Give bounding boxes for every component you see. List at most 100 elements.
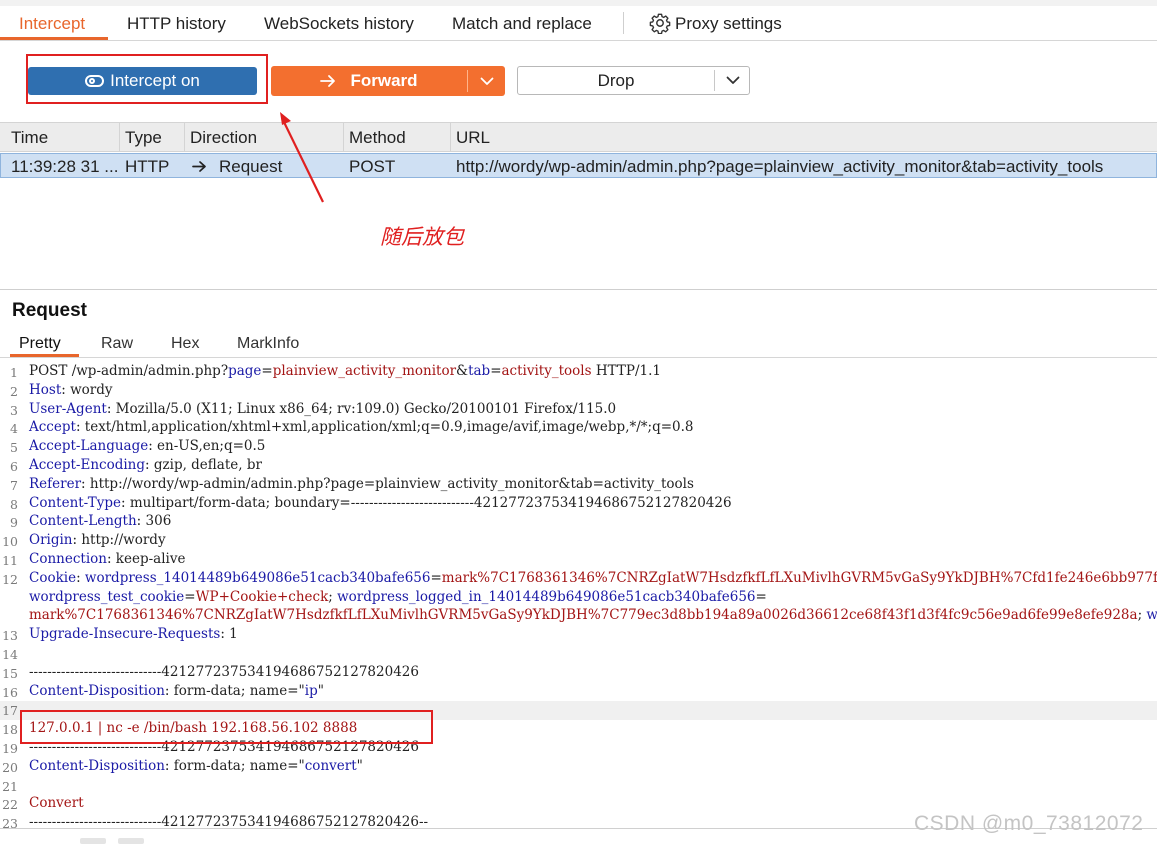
editor-line[interactable]: 12 Cookie: wordpress_14014489b649086e51ca… (0, 570, 1157, 589)
code-token: POST /wp-admin/admin.php? (29, 363, 229, 379)
code-token: = (755, 588, 767, 605)
tab-proxy-settings[interactable]: Proxy settings (649, 12, 782, 35)
intercept-annotation-box (26, 54, 268, 104)
editor-line[interactable]: 15 -----------------------------421277237… (0, 664, 1157, 683)
editor-line[interactable]: 21 (0, 777, 1157, 796)
pane-divider[interactable] (0, 289, 1157, 290)
column-header-type[interactable]: Type (125, 128, 162, 148)
drop-button[interactable]: Drop (518, 67, 714, 94)
arrow-right-icon (192, 161, 206, 172)
editor-line[interactable]: mark%7C1768361346%7CNRZgIatW7HsdzfkfLfLX… (0, 607, 1157, 626)
line-text: User-Agent: Mozilla/5.0 (X11; Linux x86_… (29, 401, 616, 417)
editor-line[interactable]: wordpress_test_cookie=WP+Cookie+check; w… (0, 589, 1157, 608)
code-token: tab (468, 363, 491, 379)
editor-line[interactable]: 20 Content-Disposition: form-data; name="… (0, 758, 1157, 777)
line-text: Host: wordy (29, 382, 113, 398)
drop-dropdown-button[interactable] (715, 67, 750, 94)
editor-line[interactable]: 16 Content-Disposition: form-data; name="… (0, 683, 1157, 702)
editor-line[interactable]: 4 Accept: text/html,application/xhtml+xml… (0, 419, 1157, 438)
editor-line[interactable]: 1 POST /wp-admin/admin.php?page=plainview… (0, 363, 1157, 382)
line-text: Accept-Language: en-US,en;q=0.5 (29, 438, 265, 454)
tab-pretty[interactable]: Pretty (19, 335, 61, 353)
forward-button-group: Forward (271, 66, 505, 96)
line-text: Accept-Encoding: gzip, deflate, br (29, 457, 262, 473)
code-token: Accept (29, 419, 76, 436)
bottom-toolbar-button[interactable] (80, 838, 106, 844)
table-row[interactable]: 11:39:28 31 ... HTTP Request POST http:/… (0, 153, 1157, 178)
editor-line[interactable]: 10 Origin: http://wordy (0, 532, 1157, 551)
code-token: -----------------------------42127723753… (29, 814, 429, 828)
tab-intercept[interactable]: Intercept (19, 14, 85, 34)
code-token: : Mozilla/5.0 (X11; Linux x86_64; rv:109… (106, 400, 617, 417)
line-number: 20 (2, 759, 18, 775)
line-text: Cookie: wordpress_14014489b649086e51cacb… (29, 570, 1157, 586)
code-token: : form-data; name=" (164, 682, 305, 699)
code-token: : http://wordy/wp-admin/admin.php?page=p… (81, 475, 694, 492)
tab-divider (623, 12, 624, 34)
tab-markinfo[interactable]: MarkInfo (237, 335, 299, 353)
line-text: Origin: http://wordy (29, 532, 166, 548)
editor-line[interactable]: 7 Referer: http://wordy/wp-admin/admin.ph… (0, 476, 1157, 495)
column-header-time[interactable]: Time (11, 128, 48, 148)
code-token: mark%7C1768361346%7CNRZgIatW7HsdzfkfLfLX… (29, 607, 1138, 624)
code-token: wordpress_logged_in_14014489b649086e51ca… (337, 588, 756, 605)
editor-line[interactable]: 2 Host: wordy (0, 382, 1157, 401)
bottom-toolbar-button[interactable] (118, 838, 144, 844)
code-token: Host (29, 381, 62, 398)
code-token: Referer (29, 475, 82, 492)
editor-line[interactable]: 6 Accept-Encoding: gzip, deflate, br (0, 457, 1157, 476)
code-token: Accept-Language (29, 438, 149, 455)
editor-line[interactable]: 11 Connection: keep-alive (0, 551, 1157, 570)
code-token: Origin (29, 532, 73, 549)
editor-line[interactable]: 8 Content-Type: multipart/form-data; boun… (0, 495, 1157, 514)
line-text: Content-Type: multipart/form-data; bound… (29, 495, 732, 511)
code-token: ; (328, 588, 338, 605)
editor-line[interactable]: 3 User-Agent: Mozilla/5.0 (X11; Linux x86… (0, 401, 1157, 420)
editor-line[interactable]: 9 Content-Length: 306 (0, 513, 1157, 532)
code-token: Connection (29, 551, 107, 567)
code-token: Content-Length (29, 513, 137, 530)
code-token: page (228, 363, 262, 379)
line-text: Content-Length: 306 (29, 513, 171, 529)
code-token: : 1 (220, 626, 238, 643)
code-token: WP+Cookie+check (195, 588, 329, 605)
editor-line[interactable]: 13 Upgrade-Insecure-Requests: 1 (0, 626, 1157, 645)
request-editor[interactable]: 1 POST /wp-admin/admin.php?page=plainview… (0, 363, 1157, 828)
tab-hex[interactable]: Hex (171, 335, 199, 353)
line-text: Upgrade-Insecure-Requests: 1 (29, 626, 238, 642)
line-text: POST /wp-admin/admin.php?page=plainview_… (29, 363, 661, 379)
code-token: HTTP/1.1 (591, 363, 661, 379)
forward-button[interactable]: Forward (271, 66, 467, 96)
column-header-url[interactable]: URL (456, 128, 490, 148)
tab-raw[interactable]: Raw (101, 335, 133, 353)
arrow-right-icon (320, 75, 336, 87)
code-token: Cookie (29, 569, 77, 586)
code-token: Content-Disposition (29, 757, 165, 774)
line-number: 13 (2, 628, 18, 644)
column-divider (450, 123, 451, 151)
forward-dropdown-button[interactable] (468, 66, 505, 96)
code-token: Content-Type (29, 494, 122, 511)
line-number: 8 (10, 496, 18, 512)
code-token: = (430, 569, 442, 586)
editor-line[interactable]: 5 Accept-Language: en-US,en;q=0.5 (0, 438, 1157, 457)
code-token: wp-settin (1146, 607, 1157, 624)
code-token: Content-Disposition (29, 682, 165, 699)
line-number: 1 (10, 365, 18, 380)
drop-button-group: Drop (517, 66, 750, 95)
tab-websockets-history[interactable]: WebSockets history (264, 14, 414, 34)
forward-button-label: Forward (350, 71, 418, 90)
code-token: " (356, 757, 363, 774)
code-token: : wordy (61, 381, 113, 398)
editor-line[interactable]: 14 (0, 645, 1157, 664)
tab-http-history[interactable]: HTTP history (127, 14, 226, 34)
column-header-method[interactable]: Method (349, 128, 406, 148)
tab-match-and-replace[interactable]: Match and replace (452, 14, 592, 34)
chevron-down-icon (726, 76, 739, 84)
line-number: 16 (2, 684, 18, 700)
column-header-direction[interactable]: Direction (190, 128, 257, 148)
line-number: 17 (2, 703, 18, 719)
payload-annotation-box (20, 710, 433, 744)
line-number: 7 (10, 477, 18, 493)
gear-icon (649, 13, 671, 35)
